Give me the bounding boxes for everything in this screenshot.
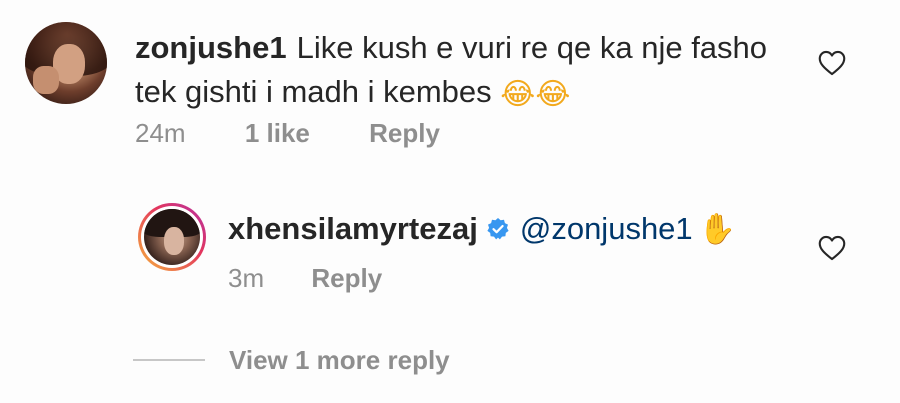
avatar-face xyxy=(164,227,184,255)
reply-body: xhensilamyrtezaj @zonjushe1 ✋ xyxy=(228,207,736,252)
replier-avatar[interactable] xyxy=(138,203,206,271)
avatar-hand xyxy=(33,66,59,94)
heart-outline-icon[interactable] xyxy=(818,50,846,76)
replier-username[interactable]: xhensilamyrtezaj xyxy=(228,211,478,246)
reply-reply-button[interactable]: Reply xyxy=(311,263,382,294)
comment-meta: 24m 1 like Reply xyxy=(135,118,440,149)
verified-badge-icon xyxy=(487,218,509,240)
reply-meta: 3m Reply xyxy=(228,263,382,294)
comment-text-line: zonjushe1 Like kush e vuri re qe ka nje f… xyxy=(135,26,815,117)
mention-link[interactable]: @zonjushe1 xyxy=(520,211,693,246)
view-more-divider xyxy=(133,359,205,361)
comment-body: zonjushe1 Like kush e vuri re qe ka nje f… xyxy=(135,26,815,117)
comment-likes[interactable]: 1 like xyxy=(245,118,310,149)
comment-reply-button[interactable]: Reply xyxy=(369,118,440,149)
comment-time[interactable]: 24m xyxy=(135,118,186,149)
commenter-username[interactable]: zonjushe1 xyxy=(135,30,287,65)
reply-text-line: xhensilamyrtezaj @zonjushe1 ✋ xyxy=(228,207,736,252)
view-more-label: View 1 more reply xyxy=(229,344,450,375)
laughing-emoji: 😂😂 xyxy=(500,77,571,112)
replier-photo xyxy=(144,209,200,265)
view-more-replies-button[interactable]: View 1 more reply xyxy=(133,340,450,380)
raised-hand-emoji: ✋ xyxy=(698,212,737,247)
comments-section: zonjushe1 Like kush e vuri re qe ka nje f… xyxy=(0,0,900,403)
reply-time[interactable]: 3m xyxy=(228,263,264,294)
commenter-avatar[interactable] xyxy=(25,22,107,104)
heart-outline-icon[interactable] xyxy=(818,235,846,261)
